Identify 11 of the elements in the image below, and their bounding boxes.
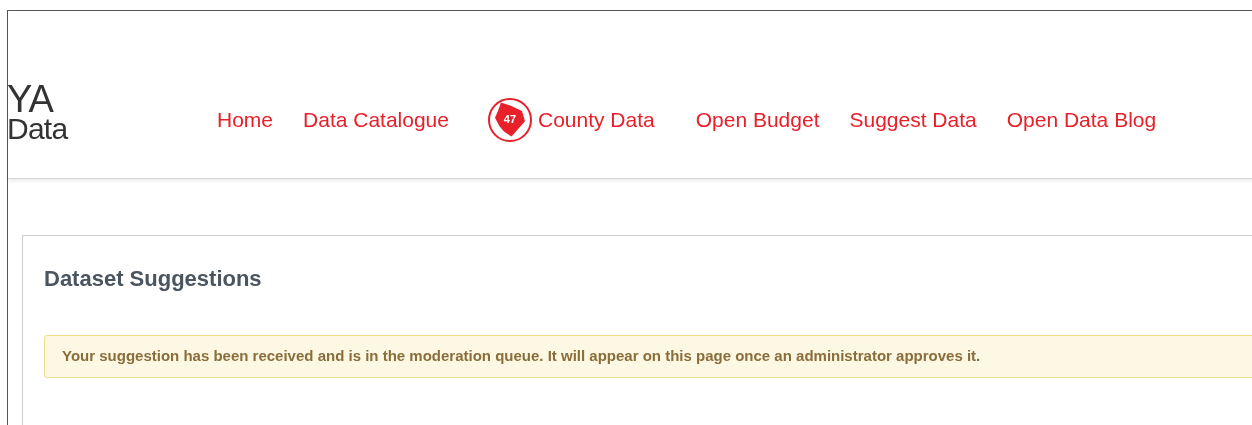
nav-link[interactable]: Data Catalogue bbox=[303, 103, 449, 136]
nav-link[interactable]: Home bbox=[217, 103, 274, 136]
nav-link[interactable]: Open Data Blog bbox=[1006, 103, 1157, 136]
nav-link[interactable]: 47 County Data bbox=[487, 97, 655, 142]
panel-title: Dataset Suggestions bbox=[44, 265, 263, 293]
nav-link[interactable]: Suggest Data bbox=[849, 103, 977, 136]
nav-link[interactable]: Open Budget bbox=[695, 103, 820, 136]
alert-message: Your suggestion has been received and is in the moderation queue. It will appear on this page once an administrator approves it. bbox=[44, 335, 1252, 378]
map-badge-icon: 47 bbox=[487, 97, 532, 142]
logo-text: Data bbox=[7, 114, 69, 143]
logo-text: YA bbox=[7, 82, 54, 115]
